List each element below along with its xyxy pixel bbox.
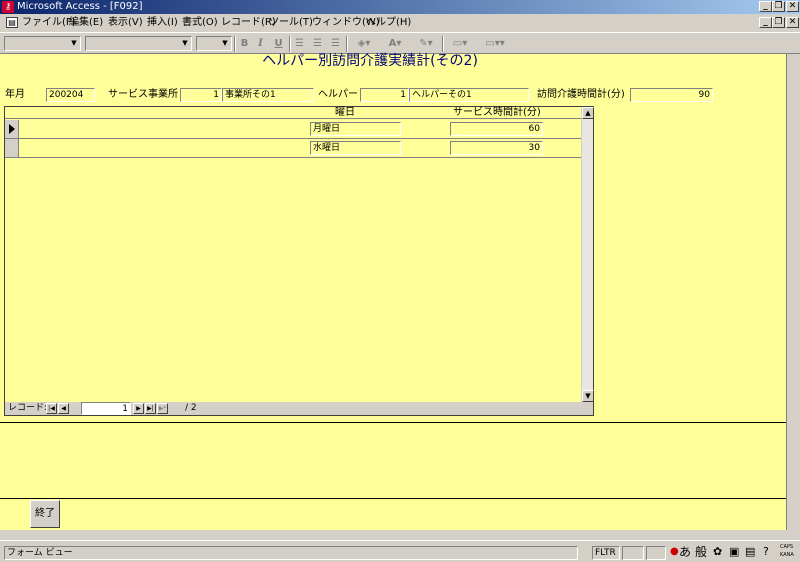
doc-minimize-button[interactable]: _	[759, 17, 772, 28]
ime-indicator-icon: ●	[670, 546, 679, 557]
access-key-icon[interactable]: ⚷	[2, 1, 14, 13]
total-minutes-field[interactable]: 90	[630, 88, 713, 102]
column-header-minutes: サービス時間計(分)	[453, 107, 541, 118]
ime-conversion-button[interactable]: 般	[695, 543, 707, 561]
close-form-button[interactable]: 終了	[30, 500, 60, 528]
scroll-down-icon[interactable]: ▼	[582, 390, 594, 402]
section-divider	[0, 422, 786, 423]
vertical-scrollbar[interactable]: ▲ ▼	[581, 107, 594, 402]
fill-color-icon[interactable]: ◈▾	[351, 37, 377, 51]
italic-button[interactable]: I	[253, 37, 268, 51]
scroll-up-icon[interactable]: ▲	[582, 107, 594, 119]
helper-id-field[interactable]: 1	[360, 88, 409, 102]
column-header-day: 曜日	[335, 107, 355, 118]
prev-record-icon[interactable]: ◀	[58, 403, 69, 414]
record-count: / 2	[185, 403, 197, 413]
menu-file[interactable]: ファイル(F)	[22, 16, 76, 30]
menu-format[interactable]: 書式(O)	[182, 16, 218, 30]
current-record-input[interactable]: 1	[81, 402, 131, 415]
menu-records[interactable]: レコード(R)	[221, 16, 276, 30]
form-scroll-gutter	[786, 54, 800, 530]
record-selector[interactable]	[5, 139, 19, 157]
status-filter: FLTR	[592, 546, 620, 560]
toolbar-separator	[346, 36, 348, 52]
helper-name-field[interactable]: ヘルパーその1	[409, 88, 529, 102]
bold-button[interactable]: B	[237, 37, 252, 51]
toolbar-separator	[289, 36, 291, 52]
record-navigation-bar: レコード: |◀ ◀ 1 ▶ ▶| ▶* / 2	[5, 402, 593, 415]
office-id-field[interactable]: 1	[180, 88, 222, 102]
caps-indicator: CAPS	[780, 544, 794, 550]
record-selector[interactable]	[5, 120, 19, 138]
toolbar-separator	[442, 36, 444, 52]
last-record-icon[interactable]: ▶|	[145, 403, 156, 414]
menu-bar: ▤ ファイル(F) 編集(E) 表示(V) 挿入(I) 書式(O) レコード(R…	[0, 14, 800, 32]
current-record-icon	[9, 124, 15, 134]
day-cell[interactable]: 月曜日	[310, 122, 401, 136]
object-combo[interactable]: ▼	[4, 36, 81, 51]
table-row[interactable]: 水曜日 30	[5, 139, 581, 158]
office-name-field[interactable]: 事業所その1	[222, 88, 314, 102]
kana-indicator: KANA	[780, 552, 794, 558]
toolbar-separator	[234, 36, 236, 52]
form-title: ヘルパー別訪問介護実績計(その2)	[262, 53, 478, 69]
title-bar: ⚷ Microsoft Access - [F092] _ ❐ ✕	[0, 0, 800, 14]
restore-button[interactable]: ❐	[772, 1, 785, 12]
doc-close-button[interactable]: ✕	[786, 17, 799, 28]
window-title: Microsoft Access - [F092]	[17, 1, 143, 12]
line-width-icon[interactable]: ▭▾	[447, 37, 473, 51]
next-record-icon[interactable]: ▶	[133, 403, 144, 414]
chevron-down-icon: ▼	[71, 39, 77, 47]
status-pane-empty	[646, 546, 666, 560]
doc-restore-button[interactable]: ❐	[772, 17, 785, 28]
menu-view[interactable]: 表示(V)	[108, 16, 143, 30]
special-effect-icon[interactable]: ▭▾▾	[478, 37, 512, 51]
status-pane-empty	[622, 546, 644, 560]
font-color-icon[interactable]: A▾	[382, 37, 408, 51]
helper-label: ヘルパー	[318, 89, 358, 100]
chevron-down-icon: ▼	[222, 39, 228, 47]
form-doc-icon[interactable]: ▤	[6, 17, 18, 28]
line-color-icon[interactable]: ✎▾	[413, 37, 439, 51]
day-cell[interactable]: 水曜日	[310, 141, 401, 155]
ime-help-icon[interactable]: ?	[763, 543, 769, 561]
menu-tools[interactable]: ツール(T)	[269, 16, 313, 30]
chevron-down-icon: ▼	[182, 39, 188, 47]
status-view-mode: フォーム ビュー	[4, 546, 578, 560]
ime-dictionary-icon[interactable]: ▤	[745, 543, 755, 561]
footer-divider	[0, 498, 786, 499]
ime-tool-icon[interactable]: ✿	[713, 543, 722, 561]
new-record-icon[interactable]: ▶*	[157, 403, 168, 414]
table-row[interactable]: 月曜日 60	[5, 120, 581, 139]
first-record-icon[interactable]: |◀	[46, 403, 57, 414]
total-minutes-label: 訪問介護時間計(分)	[537, 89, 625, 100]
status-bar: フォーム ビュー FLTR ● あ 般 ✿ ▣ ▤ ? CAPS KANA	[0, 540, 800, 562]
year-month-label: 年月	[5, 89, 25, 100]
font-name-combo[interactable]: ▼	[85, 36, 192, 51]
align-right-icon[interactable]: ☰	[328, 37, 343, 51]
subform-header: 曜日 サービス時間計(分)	[5, 107, 581, 119]
ime-mode-button[interactable]: あ	[679, 543, 691, 561]
record-nav-label: レコード:	[8, 403, 48, 413]
menu-edit[interactable]: 編集(E)	[69, 16, 103, 30]
font-size-combo[interactable]: ▼	[196, 36, 232, 51]
align-center-icon[interactable]: ☰	[310, 37, 325, 51]
minutes-cell[interactable]: 60	[450, 122, 543, 136]
close-window-button[interactable]: ✕	[786, 1, 799, 12]
menu-help[interactable]: ヘルプ(H)	[366, 16, 411, 30]
underline-button[interactable]: U	[271, 37, 286, 51]
minimize-button[interactable]: _	[759, 1, 772, 12]
detail-subform: 曜日 サービス時間計(分) 月曜日 60 水曜日 30 ▲ ▼ レコード: |◀…	[4, 106, 594, 416]
minutes-cell[interactable]: 30	[450, 141, 543, 155]
menu-insert[interactable]: 挿入(I)	[147, 16, 178, 30]
ime-pad-icon[interactable]: ▣	[729, 543, 739, 561]
year-month-field[interactable]: 200204	[46, 88, 95, 102]
align-left-icon[interactable]: ☰	[292, 37, 307, 51]
office-label: サービス事業所	[108, 89, 178, 100]
formatting-toolbar: ▼ ▼ ▼ B I U ☰ ☰ ☰ ◈▾ A▾ ✎▾ ▭▾ ▭▾▾	[0, 32, 800, 54]
